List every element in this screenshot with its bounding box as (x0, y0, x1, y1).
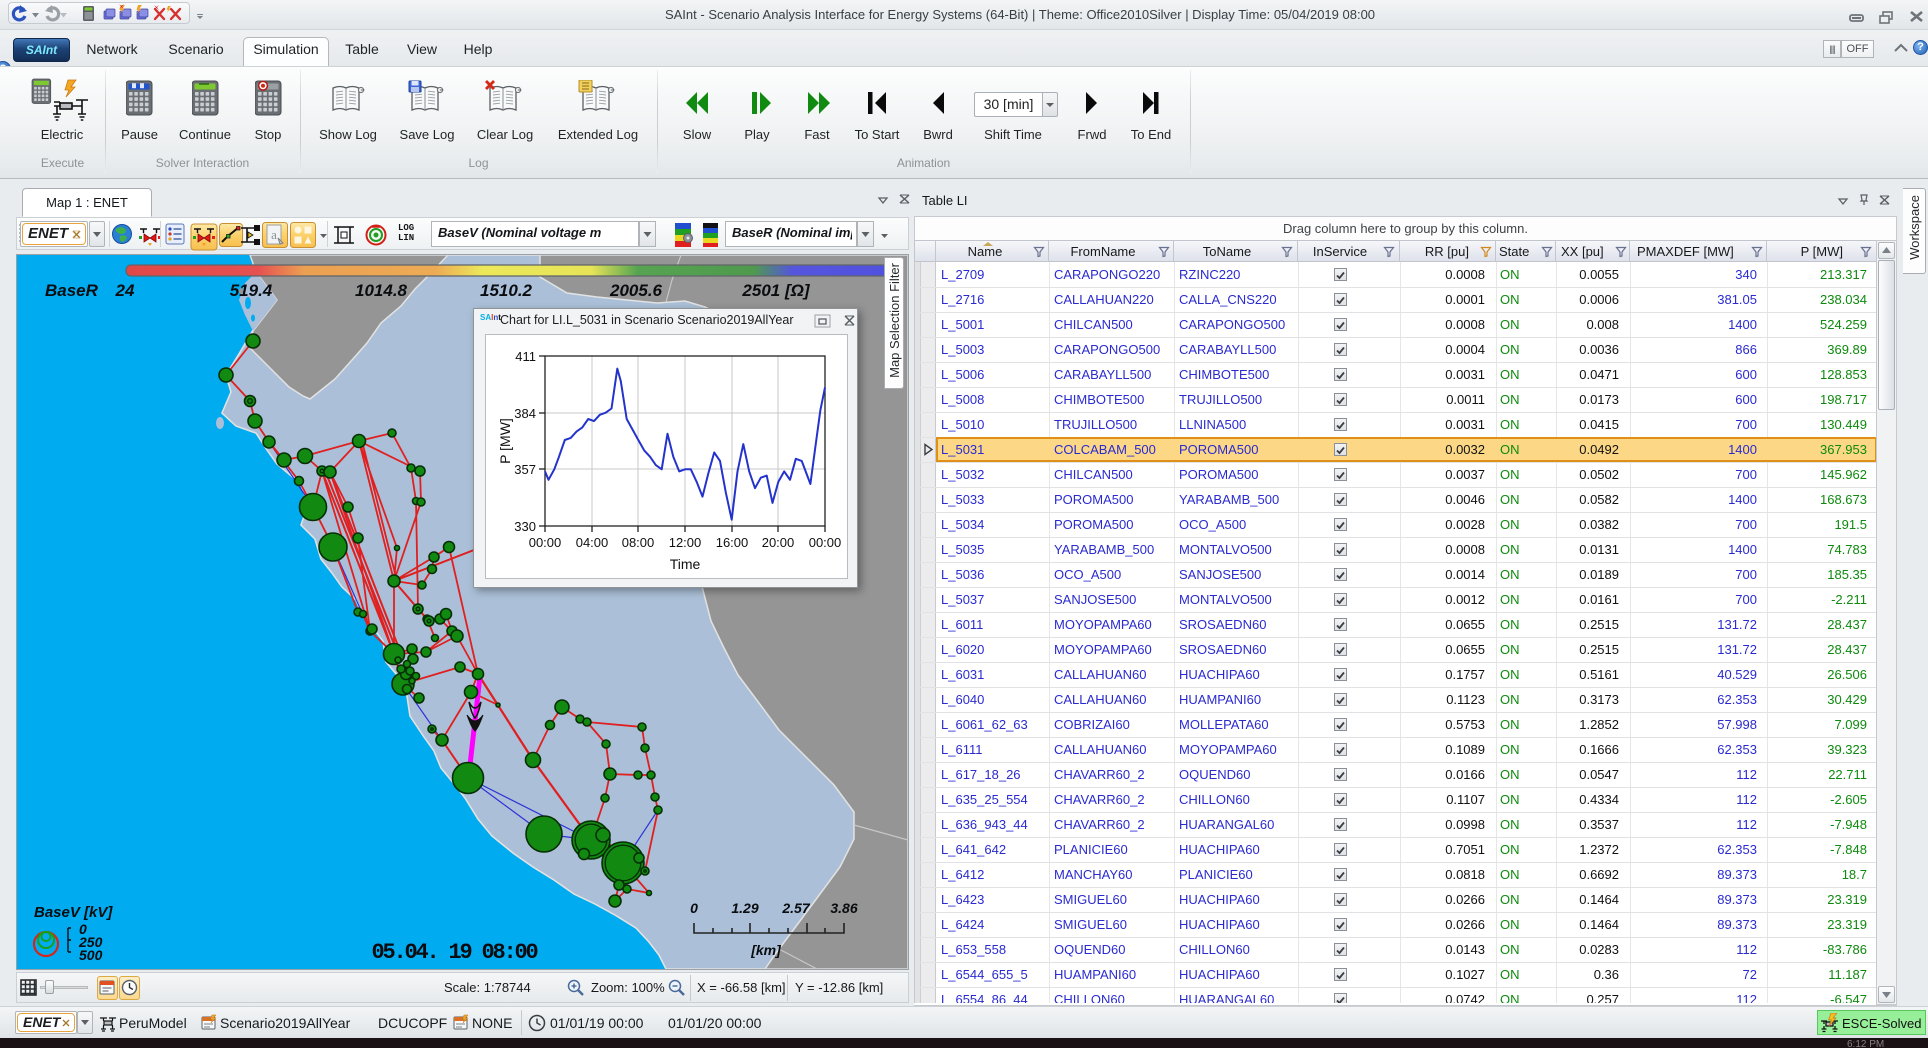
svg-text:1.29: 1.29 (731, 900, 758, 916)
svg-text:[km]: [km] (750, 942, 782, 958)
svg-text:2501 [Ω]: 2501 [Ω] (741, 281, 810, 300)
svg-text:3.86: 3.86 (830, 900, 857, 916)
svg-text:16:00: 16:00 (716, 535, 749, 550)
svg-text:411: 411 (515, 349, 536, 364)
svg-text:2.57: 2.57 (781, 900, 810, 916)
svg-text:519.4: 519.4 (230, 281, 273, 300)
svg-text:BaseR: BaseR (45, 281, 99, 300)
svg-text:2005.6: 2005.6 (609, 281, 663, 300)
svg-text:20:00: 20:00 (762, 535, 795, 550)
svg-text:384: 384 (514, 406, 536, 421)
svg-text:P [MW]: P [MW] (497, 418, 513, 464)
svg-text:500: 500 (79, 947, 103, 963)
svg-text:0: 0 (690, 900, 698, 916)
svg-text:330: 330 (514, 519, 536, 534)
svg-text:357: 357 (514, 462, 536, 477)
svg-text:1510.2: 1510.2 (480, 281, 533, 300)
svg-text:BaseV [kV]: BaseV [kV] (34, 904, 113, 921)
svg-text:05.04. 19 08:00: 05.04. 19 08:00 (371, 940, 537, 965)
svg-text:24: 24 (115, 281, 135, 300)
svg-text:00:00: 00:00 (809, 535, 842, 550)
svg-text:00:00: 00:00 (529, 535, 562, 550)
svg-text:1014.8: 1014.8 (355, 281, 408, 300)
svg-text:12:00: 12:00 (669, 535, 702, 550)
svg-text:Time: Time (670, 556, 701, 572)
svg-text:04:00: 04:00 (576, 535, 609, 550)
svg-text:08:00: 08:00 (622, 535, 655, 550)
svg-text:a: a (271, 227, 277, 242)
